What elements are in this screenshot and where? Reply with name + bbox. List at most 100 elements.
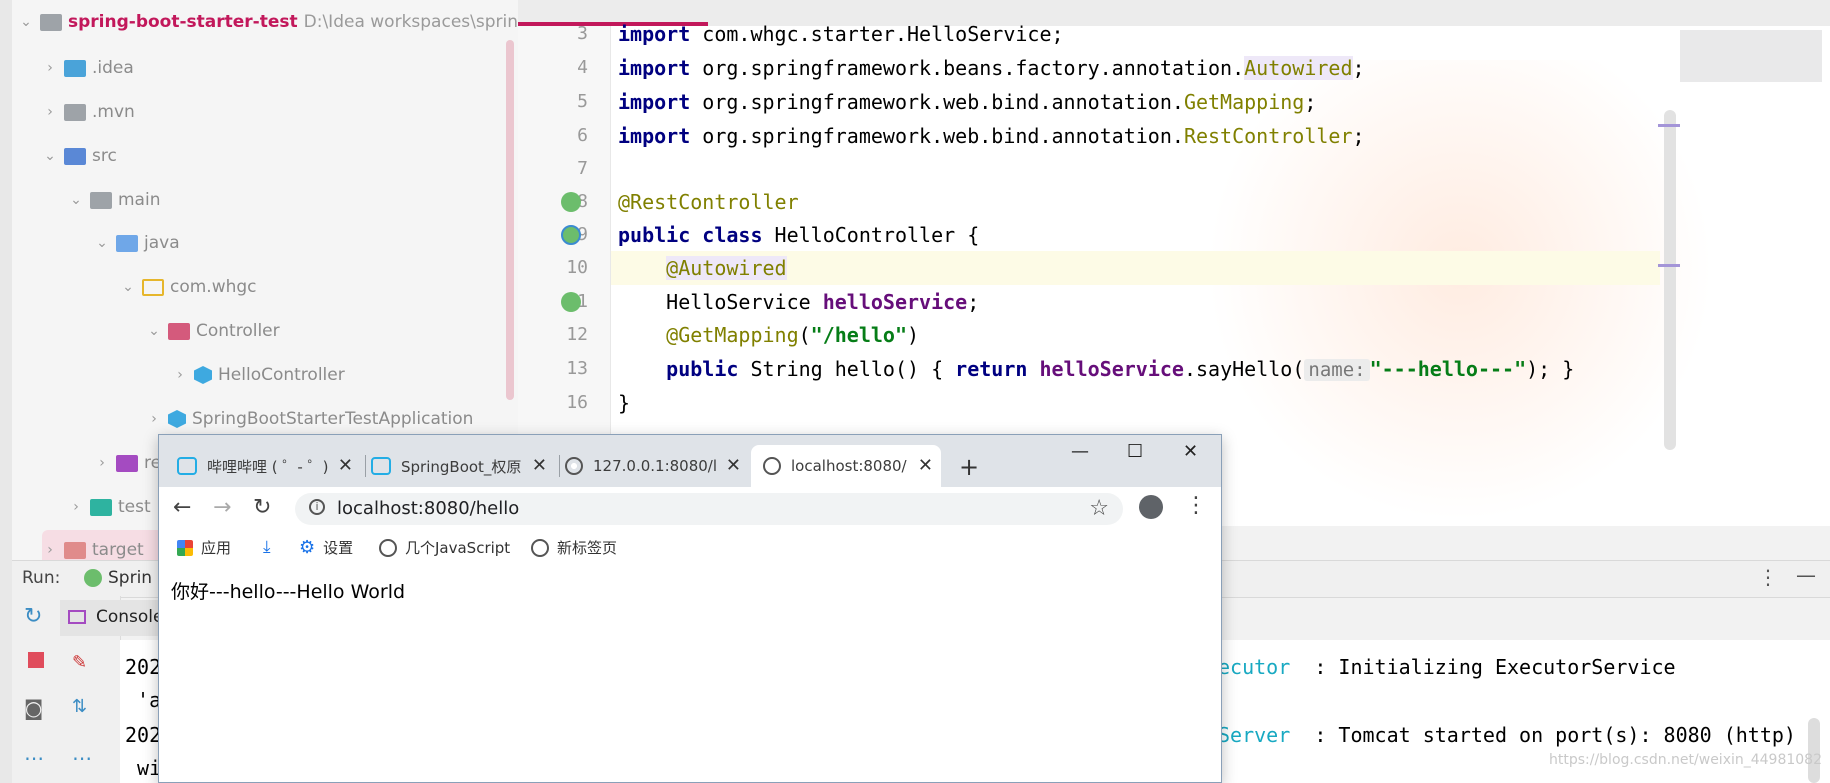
code-minimap[interactable] [1680,30,1822,82]
annotation: @GetMapping [666,323,799,347]
chevron-right-icon[interactable]: › [42,48,58,88]
address-bar[interactable]: i localhost:8080/hello ☆ [295,493,1123,525]
console-scrollbar[interactable] [1808,718,1820,783]
minimize-panel-icon[interactable]: — [1796,563,1816,587]
bookmark-label: 新标签页 [557,539,618,557]
clear-icon[interactable]: ✎ [72,652,87,673]
bookmark-newtab[interactable]: 新标签页 [531,537,617,558]
forward-icon[interactable]: → [213,495,231,520]
tree-item-label: HelloController [218,365,345,385]
new-tab-button[interactable]: + [959,453,979,481]
more-icon[interactable]: ⋯ [24,746,44,770]
spring-autowire-gutter-icon[interactable] [561,292,581,312]
browser-tab[interactable]: 哔哩哔哩 ( ゜- ゜) ✕ [177,445,361,487]
tree-item-hellocontroller[interactable]: › HelloController [172,355,345,395]
chevron-down-icon[interactable]: ⌄ [42,136,58,176]
editor-scrollbar[interactable] [1664,110,1676,450]
site-info-icon[interactable]: i [309,499,325,515]
tree-item-resources[interactable]: › re [94,443,161,483]
close-tab-icon[interactable]: ✕ [532,455,547,476]
spring-app-class-icon [168,410,186,428]
tree-item-application[interactable]: › SpringBootStarterTestApplication [146,399,473,439]
reload-icon[interactable]: ↻ [253,495,271,520]
log-line: 'a [125,688,162,712]
rerun-icon[interactable]: ↻ [24,604,42,629]
bookmark-javascript[interactable]: 几个JavaScript [379,537,510,558]
chevron-right-icon[interactable]: › [94,443,110,483]
browser-tab-active[interactable]: localhost:8080/ ✕ [751,445,941,487]
tree-item-java[interactable]: ⌄ java [94,223,180,263]
tree-item-controller[interactable]: ⌄ Controller [146,311,280,351]
project-scrollbar[interactable] [506,40,514,400]
browser-tab[interactable]: 127.0.0.1:8080/l ✕ [565,445,749,487]
annotation: @Autowired [666,256,787,280]
maximize-window-icon[interactable]: ☐ [1127,441,1143,462]
tree-item-idea[interactable]: › .idea [42,48,134,88]
tree-item-mvn[interactable]: › .mvn [42,92,135,132]
tree-item-label: test [118,497,151,517]
code-text: .sayHello( [1183,357,1305,381]
folder-icon [90,191,112,209]
test-folder-icon [90,498,112,516]
tree-item-test[interactable]: › test [68,487,151,527]
chevron-right-icon[interactable]: › [68,487,84,527]
excluded-folder-icon [64,541,86,559]
close-tab-icon[interactable]: ✕ [726,455,741,476]
close-tab-icon[interactable]: ✕ [338,455,353,476]
class-icon [194,366,212,384]
chevron-down-icon[interactable]: ⌄ [68,180,84,220]
globe-icon [531,538,549,557]
chevron-down-icon[interactable]: ⌄ [120,267,136,307]
tree-item-src[interactable]: ⌄ src [42,136,117,176]
bookmark-download[interactable]: ⤓ [263,537,271,557]
line-number: 16 [566,392,588,413]
close-tab-icon[interactable]: ✕ [918,455,933,476]
chevron-right-icon[interactable]: › [172,355,188,395]
field-name: helloService [1039,357,1184,381]
spring-class-gutter-icon[interactable] [561,225,581,245]
console-tab[interactable]: Console [60,600,170,636]
line-number: 10 [566,257,588,278]
tree-item-main[interactable]: ⌄ main [68,180,160,220]
bookmark-apps[interactable]: 应用 [177,537,231,558]
chevron-right-icon[interactable]: › [42,92,58,132]
browser-tab-bar: 哔哩哔哩 ( ゜- ゜) ✕ SpringBoot_权原 ✕ 127.0.0.1… [159,435,1221,487]
camera-icon[interactable]: ◙ [24,696,43,720]
run-config-tab[interactable]: Sprin [108,568,152,588]
close-window-icon[interactable]: ✕ [1183,441,1198,462]
bookmark-settings[interactable]: ⚙ 设置 [299,537,353,558]
spring-bean-gutter-icon[interactable] [561,192,581,212]
chevron-down-icon[interactable]: ⌄ [146,311,162,351]
chevron-down-icon[interactable]: ⌄ [94,223,110,263]
bookmark-label: 应用 [201,539,232,557]
browser-menu-icon[interactable]: ⋮ [1185,493,1207,518]
keyword: public [618,223,691,247]
more-icon[interactable]: ⋯ [72,746,92,770]
tree-item-package[interactable]: ⌄ com.whgc [120,267,256,307]
tab-title: 哔哩哔哩 ( ゜- ゜) [207,457,329,476]
bilibili-icon [177,457,197,475]
chevron-right-icon[interactable]: › [42,530,58,560]
chevron-down-icon[interactable]: ⌄ [18,2,34,42]
console-tab-label: Console [96,607,164,627]
java-source-folder-icon [116,234,138,252]
browser-tab[interactable]: SpringBoot_权原 ✕ [371,445,555,487]
sort-icon[interactable]: ⇅ [72,696,87,717]
tree-item-label: target [92,540,144,560]
tree-root[interactable]: ⌄ spring-boot-starter-test D:\Idea works… [18,2,518,42]
keyword: return [955,357,1028,381]
minimize-window-icon[interactable]: — [1071,441,1089,462]
chevron-right-icon[interactable]: › [146,399,162,439]
more-options-icon[interactable]: ⋮ [1758,565,1778,589]
back-icon[interactable]: ← [173,495,191,520]
watermark: https://blog.csdn.net/weixin_44981082 [1548,752,1822,768]
browser-toolbar: ← → ↻ i localhost:8080/hello ☆ ⋮ [159,487,1221,529]
stop-icon[interactable] [28,652,44,668]
bilibili-icon [371,457,391,475]
log-message: : Initializing ExecutorService [1290,655,1676,679]
profile-avatar-icon[interactable] [1139,495,1163,519]
tree-item-label: main [118,190,161,210]
bookmark-star-icon[interactable]: ☆ [1089,496,1109,521]
folder-icon [64,103,86,121]
